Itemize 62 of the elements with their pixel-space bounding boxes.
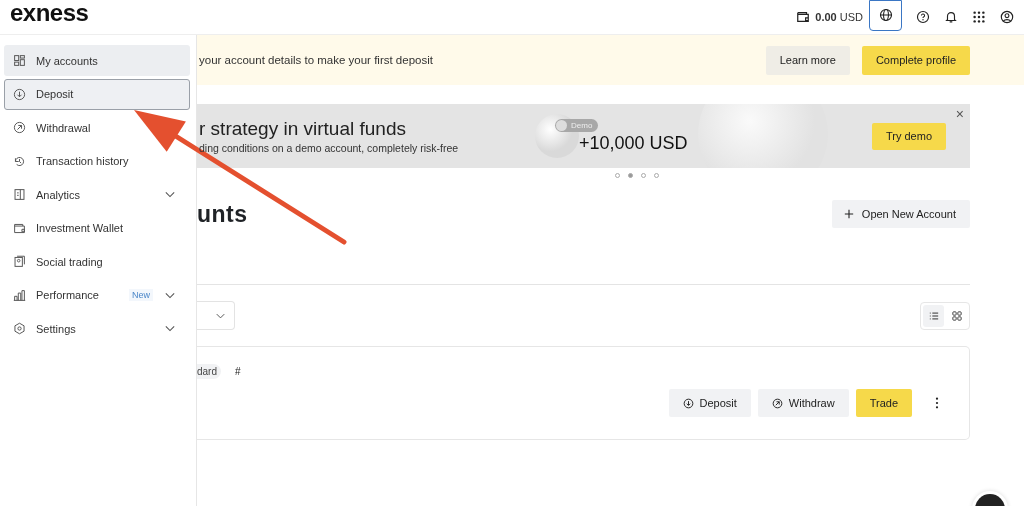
menu-label: Investment Wallet — [36, 222, 124, 234]
list-icon — [928, 310, 939, 321]
sidebar-item[interactable]: Analytics — [4, 179, 190, 210]
upload-circle-icon — [13, 121, 26, 134]
menu-label: Transaction history — [36, 155, 130, 167]
promo-title: r strategy in virtual funds — [199, 118, 407, 140]
sidebar-item[interactable]: Withdrawal — [4, 112, 190, 143]
trade-button[interactable]: Trade — [855, 389, 912, 417]
sidebar-item[interactable]: Settings — [4, 313, 190, 344]
wallet-icon — [796, 10, 811, 24]
menu-label: Analytics — [36, 188, 82, 201]
download-circle-icon — [13, 87, 26, 101]
new-badge: New — [129, 289, 153, 301]
sidebar-item[interactable]: Social trading — [4, 246, 190, 277]
notification-bell-icon[interactable] — [944, 10, 958, 24]
globe-icon — [878, 8, 893, 22]
open-new-account-button[interactable]: Open New Account — [831, 200, 970, 228]
portrait-icon — [13, 255, 26, 268]
history-icon — [13, 154, 26, 168]
menu-label: My accounts — [36, 54, 99, 67]
close-button[interactable]: × — [955, 107, 964, 121]
demo-amount: +10,000 USD — [579, 132, 688, 154]
sidebar-item[interactable]: Performance New — [4, 279, 190, 311]
gear-icon — [13, 322, 26, 335]
sidebar-item[interactable]: My accounts — [4, 45, 190, 76]
sidebar-item[interactable]: Investment Wallet — [4, 212, 190, 244]
menu-label: Performance — [36, 289, 100, 301]
help-icon[interactable] — [916, 10, 930, 24]
learn-more-button[interactable]: Learn more — [765, 45, 850, 75]
deposit-button[interactable]: Deposit — [668, 389, 751, 417]
download-circle-icon — [682, 397, 694, 409]
more-options-icon[interactable] — [935, 397, 939, 409]
user-icon[interactable] — [1000, 10, 1014, 24]
language-button[interactable] — [869, 0, 902, 31]
list-view-button[interactable] — [923, 304, 944, 327]
report-icon — [13, 188, 26, 201]
grid-icon — [951, 310, 962, 321]
account-number: # — [235, 366, 241, 377]
sidebar-item[interactable]: Deposit — [4, 78, 190, 110]
menu-label: Withdrawal — [36, 121, 92, 134]
complete-profile-button[interactable]: Complete profile — [861, 45, 970, 75]
chevron-down-icon — [216, 312, 225, 319]
page-heading: unts — [197, 200, 248, 228]
account-type-tag: dard — [197, 364, 221, 379]
upload-circle-icon — [771, 397, 783, 409]
notice-text: your account details to make your first deposit — [199, 54, 433, 66]
apps-grid-icon[interactable] — [972, 10, 986, 24]
wallet-icon — [13, 221, 26, 235]
withdraw-button[interactable]: Withdraw — [757, 389, 849, 417]
menu-label: Settings — [36, 322, 77, 335]
dashboard-icon — [13, 54, 26, 67]
try-demo-button[interactable]: Try demo — [871, 122, 946, 150]
logo[interactable]: exness — [10, 0, 89, 27]
dropdown-field[interactable] — [197, 301, 235, 330]
sidebar-item[interactable]: Transaction history — [4, 145, 190, 177]
promo-subtitle: ding conditions on a demo account, completely risk-free — [199, 142, 460, 154]
menu-label: Social trading — [36, 255, 104, 268]
carousel-dot[interactable] — [627, 173, 633, 178]
balance-amount: 0.00 USD — [815, 11, 863, 23]
menu-label: Deposit — [36, 88, 75, 100]
bar-chart-icon — [13, 288, 26, 302]
plus-icon — [843, 209, 854, 219]
